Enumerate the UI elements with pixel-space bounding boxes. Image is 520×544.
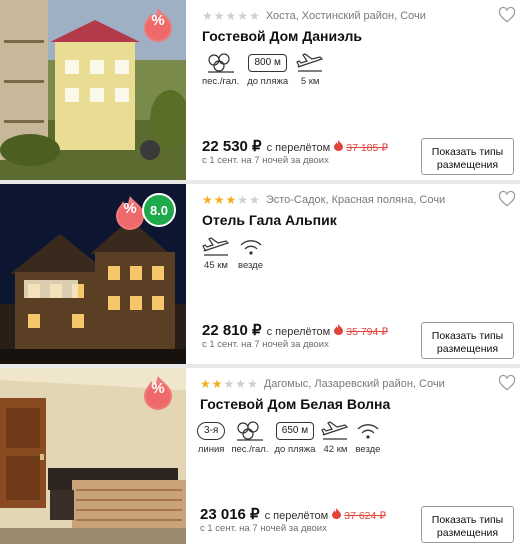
hotel-card[interactable]: % 8.0 ★ ★ ★ ★ ★ Эсто-Садок, Красная поляна, … [0, 184, 520, 364]
amenity-wifi: везде [238, 236, 263, 271]
distance-value: 800 м [248, 54, 287, 72]
amenity-label: везде [238, 260, 263, 271]
plane-icon [321, 421, 349, 440]
star-icon: ★ [225, 9, 237, 23]
star-icon: ★ [247, 377, 258, 391]
amenity-wifi: везде [355, 420, 380, 455]
amenity-airport: 42 км [321, 420, 349, 455]
fire-icon [332, 508, 342, 519]
hotel-location: Дагомыс, Лазаревский район, Сочи [263, 378, 445, 390]
star-icon: ★ [223, 377, 235, 391]
amenity-beach-distance: 650 м до пляжа [274, 420, 316, 455]
hotel-name[interactable]: Гостевой Дом Белая Волна [200, 396, 390, 412]
amenity-airport: 5 км [296, 52, 324, 87]
amenities-row: 3-я линия пес./гал. 650 м до пляжа 42 км… [197, 420, 380, 455]
star-rating: ★ ★ ★ ★ ★ [202, 10, 260, 22]
beach-sand-icon [207, 53, 234, 73]
show-room-types-button[interactable]: Показать типы размещения [421, 506, 514, 543]
amenities-row: 45 км везде [202, 236, 263, 271]
hotel-card[interactable]: % ★ ★ ★ ★ ★ Дагомыс, Лазаревский район, Сочи… [0, 368, 520, 544]
fire-icon [334, 324, 344, 335]
price: 22 530 ₽ [202, 138, 262, 155]
amenity-label: до пляжа [247, 76, 289, 87]
old-price: 37 185 ₽ [346, 142, 388, 154]
star-icon: ★ [237, 193, 249, 207]
hotel-location: Хоста, Хостинский район, Сочи [265, 10, 426, 22]
old-price: 37 624 ₽ [344, 510, 386, 522]
wifi-icon [357, 424, 379, 439]
star-icon: ★ [237, 9, 249, 23]
star-icon: ★ [249, 9, 260, 23]
amenity-label: везде [355, 444, 381, 455]
price: 22 810 ₽ [202, 322, 262, 339]
beach-line-value: 3-я [197, 422, 226, 440]
amenity-label: пес./гал. [202, 76, 240, 87]
trip-dates: с 1 сент. на 7 ночей за двоих [202, 339, 329, 350]
sale-percent-label: % [151, 380, 165, 397]
price: 23 016 ₽ [200, 506, 260, 523]
show-room-types-button[interactable]: Показать типы размещения [421, 138, 514, 175]
star-icon: ★ [202, 9, 213, 23]
star-icon: ★ [213, 193, 225, 207]
beach-sand-icon [236, 421, 263, 441]
amenities-row: пес./гал. 800 м до пляжа 5 км [202, 52, 324, 87]
trip-dates: с 1 сент. на 7 ночей за двоих [202, 155, 329, 166]
price-note: с перелётом [266, 326, 331, 338]
sale-badge: % [140, 374, 176, 410]
amenity-label: 5 км [300, 76, 320, 87]
sale-percent-label: % [151, 12, 165, 29]
amenity-beach-distance: 800 м до пляжа [247, 52, 288, 87]
old-price: 35 794 ₽ [346, 326, 388, 338]
price-note: с перелётом [266, 142, 331, 154]
plane-icon [296, 53, 324, 72]
favorite-heart-icon[interactable] [498, 190, 516, 208]
star-icon: ★ [213, 9, 225, 23]
fire-icon [334, 140, 344, 151]
star-rating: ★ ★ ★ ★ ★ [202, 194, 260, 206]
star-icon: ★ [225, 193, 237, 207]
star-icon: ★ [249, 193, 260, 207]
amenity-label: линия [197, 444, 225, 455]
distance-value: 650 м [275, 422, 315, 440]
amenity-label: 45 км [204, 260, 228, 271]
amenity-beach-type: пес./гал. [231, 420, 269, 455]
amenity-beach-type: пес./гал. [202, 52, 239, 87]
show-room-types-button[interactable]: Показать типы размещения [421, 322, 514, 359]
favorite-heart-icon[interactable] [498, 6, 516, 24]
amenity-label: 42 км [323, 444, 348, 455]
amenity-label: до пляжа [274, 444, 316, 455]
sale-badge: % [140, 6, 176, 42]
amenity-airport: 45 км [202, 236, 230, 271]
hotel-card[interactable]: % ★ ★ ★ ★ ★ Хоста, Хостинский район, Сочи Го… [0, 0, 520, 180]
star-icon: ★ [211, 377, 223, 391]
star-icon: ★ [200, 377, 211, 391]
star-icon: ★ [202, 193, 213, 207]
star-rating: ★ ★ ★ ★ ★ [200, 378, 258, 390]
hotel-location: Эсто-Садок, Красная поляна, Сочи [265, 194, 446, 206]
star-icon: ★ [235, 377, 247, 391]
trip-dates: с 1 сент. на 7 ночей за двоих [200, 523, 327, 534]
amenity-label: пес./гал. [231, 444, 269, 455]
price-note: с перелётом [264, 510, 329, 522]
amenity-beach-line: 3-я линия [197, 420, 226, 455]
hotel-name[interactable]: Гостевой Дом Даниэль [202, 28, 362, 44]
favorite-heart-icon[interactable] [498, 374, 516, 392]
plane-icon [202, 237, 230, 256]
wifi-icon [240, 240, 261, 255]
hotel-name[interactable]: Отель Гала Альпик [202, 212, 337, 228]
rating-badge: 8.0 [142, 193, 176, 227]
